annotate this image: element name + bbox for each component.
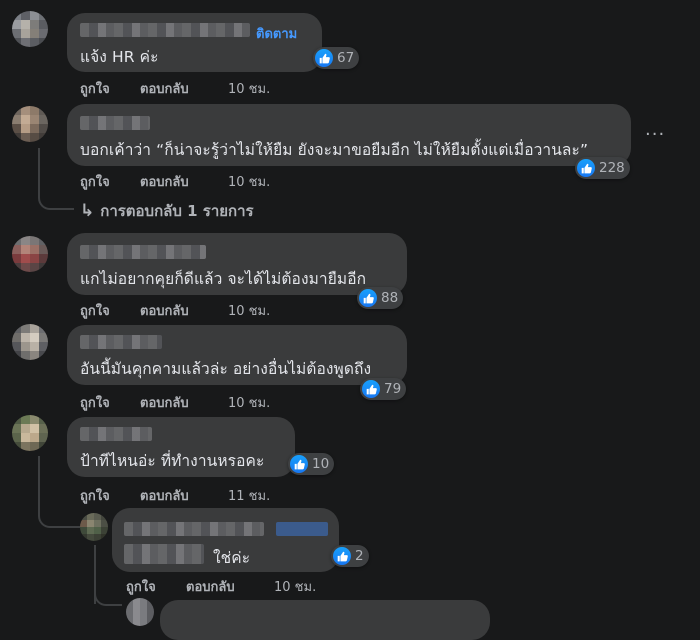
like-button[interactable]: ถูกใจ — [80, 78, 140, 99]
comment-text: อันนี้มันคุกคามแล้วล่ะ อย่างอื่นไม่ต้องพ… — [80, 360, 372, 378]
comment-text: ป้าทีไหนอ่ะ ที่ทำงานหรอคะ — [80, 452, 265, 470]
view-replies-link[interactable]: ↳ การตอบกลับ 1 รายการ — [80, 199, 254, 223]
reply-bubble — [160, 600, 490, 640]
avatar[interactable] — [12, 236, 48, 272]
reaction-number: 228 — [599, 160, 625, 176]
reply-button[interactable]: ตอบกลับ — [140, 78, 228, 99]
reaction-number: 2 — [355, 548, 364, 564]
avatar[interactable] — [12, 415, 48, 451]
reply-button[interactable]: ตอบกลับ — [140, 300, 228, 321]
commenter-name[interactable] — [124, 522, 264, 536]
like-button[interactable]: ถูกใจ — [80, 171, 140, 192]
thumbs-up-icon — [290, 455, 308, 473]
commenter-name[interactable] — [80, 335, 162, 349]
reaction-number: 10 — [312, 456, 330, 472]
thumbs-up-icon — [315, 49, 333, 67]
avatar[interactable] — [126, 598, 154, 626]
timestamp[interactable]: 10 ชม. — [228, 300, 270, 321]
reaction-count[interactable]: 67 — [313, 47, 360, 69]
comment-actions: ถูกใจ ตอบกลับ 10 ชม. — [80, 78, 270, 99]
reaction-count[interactable]: 2 — [331, 545, 369, 567]
commenter-name-tag[interactable] — [276, 522, 328, 536]
avatar[interactable] — [12, 11, 48, 47]
timestamp[interactable]: 10 ชม. — [228, 392, 270, 413]
thumbs-up-icon — [333, 547, 351, 565]
thread-connector — [38, 190, 74, 210]
comment-text: บอกเค้าว่า “ก็น่าจะรู้ว่าไม่ให้ยืม ยังจะ… — [80, 141, 589, 159]
reply-button[interactable]: ตอบกลับ — [140, 171, 228, 192]
thread-connector — [94, 585, 122, 606]
reaction-count[interactable]: 79 — [360, 378, 407, 400]
reply-arrow-icon: ↳ — [80, 201, 95, 221]
comment-text: แกไม่อยากคุยก็ดีแล้ว จะได้ไม่ต้องมายืมอี… — [80, 270, 367, 288]
like-button[interactable]: ถูกใจ — [80, 300, 140, 321]
avatar[interactable] — [12, 324, 48, 360]
reply-actions: ถูกใจ ตอบกลับ 10 ชม. — [126, 576, 316, 597]
more-options-icon[interactable]: ··· — [645, 124, 665, 145]
thumbs-up-icon — [362, 380, 380, 398]
comment-text: แจ้ง HR ค่ะ — [80, 48, 159, 66]
avatar[interactable] — [12, 106, 48, 142]
timestamp[interactable]: 10 ชม. — [228, 171, 270, 192]
reaction-number: 67 — [337, 50, 355, 66]
reply-button[interactable]: ตอบกลับ — [140, 392, 228, 413]
reply-text: ใช่ค่ะ — [213, 549, 251, 567]
reaction-number: 79 — [384, 381, 402, 397]
comment-actions: ถูกใจ ตอบกลับ 10 ชม. — [80, 171, 270, 192]
thumbs-up-icon — [577, 159, 595, 177]
comment-actions: ถูกใจ ตอบกลับ 11 ชม. — [80, 485, 270, 506]
timestamp[interactable]: 11 ชม. — [228, 485, 270, 506]
reaction-number: 88 — [381, 290, 399, 306]
commenter-name[interactable] — [80, 116, 150, 130]
like-button[interactable]: ถูกใจ — [80, 485, 140, 506]
reaction-count[interactable]: 10 — [288, 453, 335, 475]
commenter-name[interactable] — [80, 245, 206, 259]
timestamp[interactable]: 10 ชม. — [228, 78, 270, 99]
commenter-name[interactable] — [80, 23, 250, 37]
thread-connector — [38, 504, 80, 528]
replies-count-label: การตอบกลับ 1 รายการ — [100, 202, 254, 220]
commenter-name[interactable] — [80, 427, 152, 441]
like-button[interactable]: ถูกใจ — [126, 576, 186, 597]
like-button[interactable]: ถูกใจ — [80, 392, 140, 413]
reply-button[interactable]: ตอบกลับ — [186, 576, 274, 597]
reaction-count[interactable]: 88 — [357, 287, 404, 309]
timestamp[interactable]: 10 ชม. — [274, 576, 316, 597]
comment-actions: ถูกใจ ตอบกลับ 10 ชม. — [80, 300, 270, 321]
thumbs-up-icon — [359, 289, 377, 307]
comment-actions: ถูกใจ ตอบกลับ 10 ชม. — [80, 392, 270, 413]
follow-link[interactable]: ติดตาม — [256, 23, 297, 44]
reply-button[interactable]: ตอบกลับ — [140, 485, 228, 506]
reaction-count[interactable]: 228 — [575, 157, 630, 179]
avatar[interactable] — [80, 513, 108, 541]
tagged-name[interactable] — [124, 544, 204, 564]
